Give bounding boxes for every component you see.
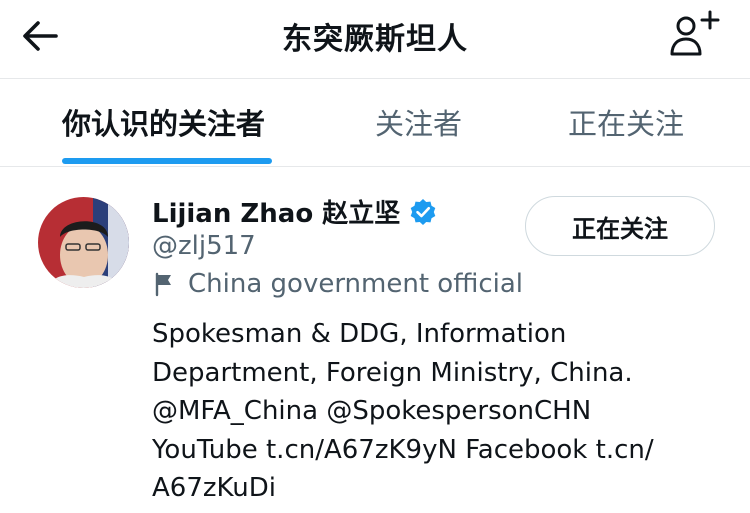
add-follower-button[interactable] (664, 8, 724, 60)
user-list-item[interactable]: Lijian Zhao 赵立坚 @zlj517 China government… (0, 167, 750, 513)
tab-label: 你认识的关注者 (62, 107, 266, 141)
bio-line: Department, Foreign Ministry, China. (152, 357, 633, 388)
display-name[interactable]: Lijian Zhao 赵立坚 (152, 193, 400, 230)
account-label-text: China government official (188, 269, 524, 299)
bio-line: A67zKuDi (152, 473, 276, 503)
tab-followers[interactable]: 关注者 (375, 79, 465, 166)
avatar-image (38, 197, 129, 288)
user-handle: @zlj517 (152, 231, 256, 261)
person-add-icon (670, 10, 720, 56)
following-button[interactable]: 正在关注 (525, 196, 715, 256)
account-label: China government official (152, 269, 523, 299)
tab-label: 关注者 (375, 107, 463, 141)
page-title: 东突厥斯坦人 (282, 22, 468, 57)
avatar[interactable] (38, 197, 129, 288)
flag-icon (155, 272, 171, 297)
follower-tabs: 你认识的关注者 关注者 正在关注 (0, 79, 750, 167)
bio-line: Spokesman & DDG, Information (152, 319, 567, 349)
name-line: Lijian Zhao 赵立坚 (152, 193, 438, 230)
bio-line: YouTube t.cn/A67zK9yN Facebook t.cn/ (152, 434, 654, 465)
verified-badge-icon (410, 198, 436, 225)
active-tab-indicator (62, 158, 272, 164)
bio-line: @MFA_China @SpokespersonCHN (152, 396, 592, 426)
user-bio: Spokesman & DDG, Information Department,… (152, 315, 712, 508)
tab-label: 正在关注 (568, 107, 685, 141)
tab-following[interactable]: 正在关注 (568, 79, 688, 166)
top-bar: 东突厥斯坦人 (0, 0, 750, 79)
tab-followers-you-know[interactable]: 你认识的关注者 (62, 79, 272, 166)
